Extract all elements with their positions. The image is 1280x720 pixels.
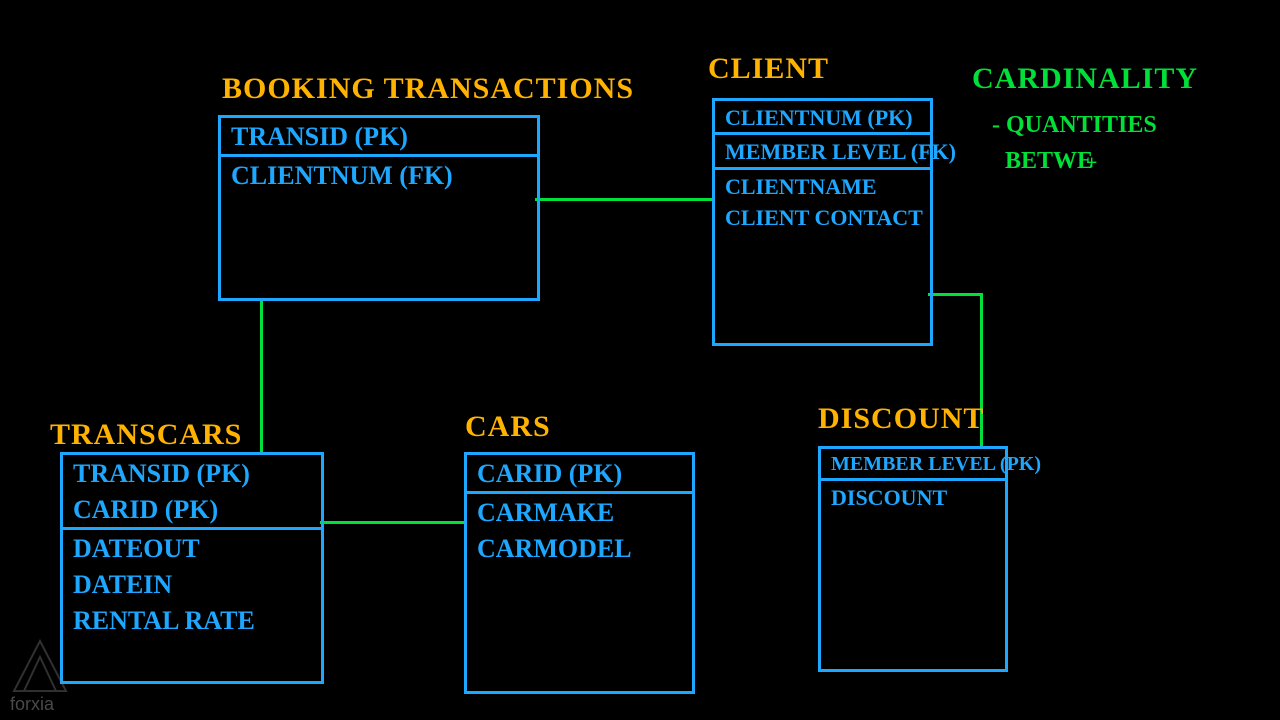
discount-title: DISCOUNT <box>818 402 984 436</box>
client-field: CLIENTNAME <box>715 170 930 201</box>
client-field: CLIENT CONTACT <box>715 201 930 232</box>
transcars-field: RENTAL RATE <box>63 602 321 638</box>
booking-transactions-pk: TRANSID (PK) <box>221 118 537 154</box>
booking-transactions-field: CLIENTNUM (FK) <box>221 157 537 193</box>
transcars-field: DATEIN <box>63 566 321 602</box>
rel-transcars-cars <box>320 521 464 524</box>
cars-title: CARS <box>465 410 551 444</box>
forxia-logo: forxia <box>10 639 70 715</box>
transcars-title: TRANSCARS <box>50 418 242 452</box>
logo-triangle-icon <box>10 639 70 694</box>
transcars-field: DATEOUT <box>63 530 321 566</box>
cardinality-note-2: BETWE <box>1005 148 1093 175</box>
rel-booking-client <box>535 198 712 201</box>
er-diagram-canvas: BOOKING TRANSACTIONS TRANSID (PK) CLIENT… <box>0 0 1280 720</box>
client-title: CLIENT <box>708 52 829 86</box>
cars-entity: CARID (PK) CARMAKE CARMODEL <box>464 452 695 694</box>
transcars-pk1: TRANSID (PK) <box>63 455 321 491</box>
cars-field: CARMODEL <box>467 530 692 566</box>
discount-field: DISCOUNT <box>821 481 1005 512</box>
transcars-pk2: CARID (PK) <box>63 491 321 527</box>
logo-text: forxia <box>10 694 54 714</box>
discount-entity: MEMBER LEVEL (PK) DISCOUNT <box>818 446 1008 672</box>
cars-pk: CARID (PK) <box>467 455 692 491</box>
cardinality-note-1: - QUANTITIES <box>992 112 1157 139</box>
booking-transactions-entity: TRANSID (PK) CLIENTNUM (FK) <box>218 115 540 301</box>
rel-booking-transcars <box>260 298 263 452</box>
client-pk: CLIENTNUM (PK) <box>715 101 930 132</box>
booking-transactions-title: BOOKING TRANSACTIONS <box>222 72 634 106</box>
cardinality-heading: CARDINALITY <box>972 62 1198 96</box>
cars-field: CARMAKE <box>467 494 692 530</box>
text-cursor: + <box>1086 152 1097 175</box>
transcars-entity: TRANSID (PK) CARID (PK) DATEOUT DATEIN R… <box>60 452 324 684</box>
client-entity: CLIENTNUM (PK) MEMBER LEVEL (FK) CLIENTN… <box>712 98 933 346</box>
discount-pk: MEMBER LEVEL (PK) <box>821 449 1005 478</box>
client-field: MEMBER LEVEL (FK) <box>715 135 930 166</box>
rel-client-discount-h <box>928 293 980 296</box>
